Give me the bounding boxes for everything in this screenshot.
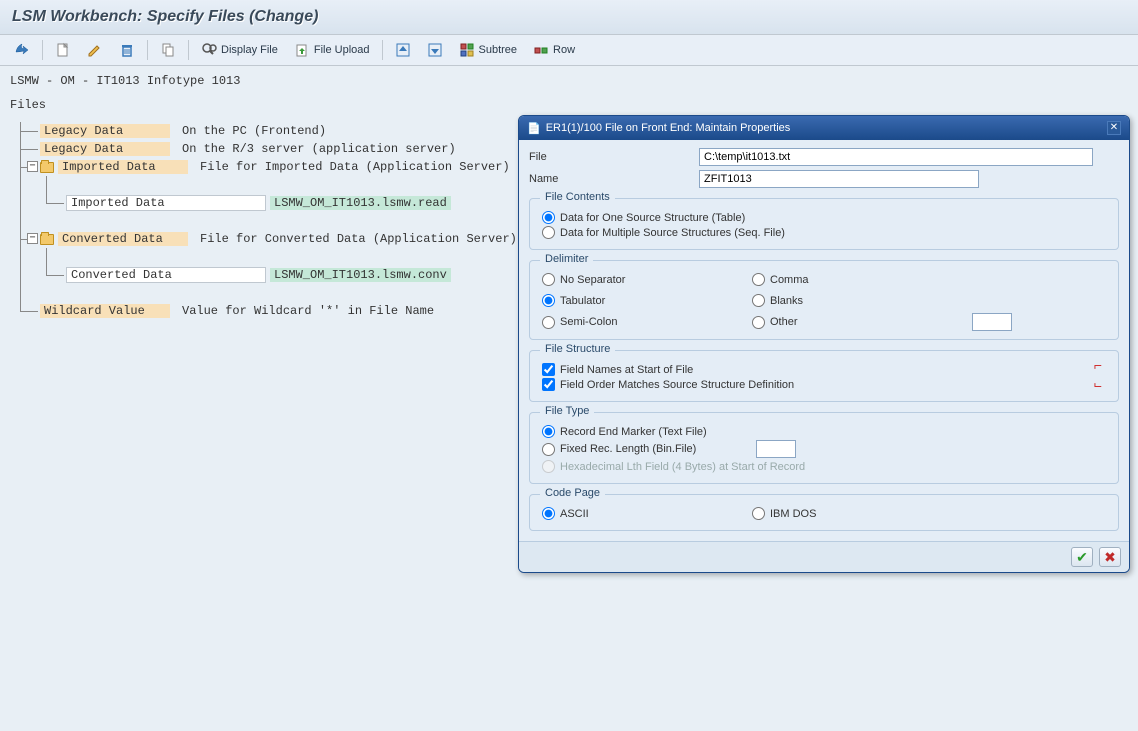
other-delimiter-input[interactable]	[972, 313, 1012, 331]
dialog-title-text: ER1(1)/100 File on Front End: Maintain P…	[546, 122, 791, 134]
converted-data-file: LSMW_OM_IT1013.lsmw.conv	[270, 268, 451, 282]
file-input[interactable]	[699, 148, 1093, 166]
fixed-length-input[interactable]	[756, 440, 796, 458]
file-upload-button[interactable]: File Upload	[290, 40, 374, 60]
radio-ibm-dos[interactable]	[752, 507, 765, 520]
toolbar: Display File File Upload Subtree Row	[0, 35, 1138, 66]
file-contents-group: File Contents Data for One Source Struct…	[529, 198, 1119, 250]
edit-button[interactable]	[83, 40, 107, 60]
marker-icon: ⌐	[1094, 379, 1102, 395]
imported-data-file: LSMW_OM_IT1013.lsmw.read	[270, 196, 451, 210]
dialog-titlebar[interactable]: 📄 ER1(1)/100 File on Front End: Maintain…	[519, 116, 1129, 140]
expand-button[interactable]	[423, 40, 447, 60]
file-properties-dialog: 📄 ER1(1)/100 File on Front End: Maintain…	[518, 115, 1130, 573]
converted-data[interactable]: Converted Data	[58, 232, 188, 246]
radio-blanks[interactable]	[752, 294, 765, 307]
radio-tabulator[interactable]	[542, 294, 555, 307]
dialog-icon: 📄	[527, 122, 541, 135]
radio-comma[interactable]	[752, 273, 765, 286]
radio-fixed-length[interactable]	[542, 443, 555, 456]
wildcard-value[interactable]: Wildcard Value	[40, 304, 170, 318]
marker-icon: ⌐	[1094, 357, 1102, 373]
check-field-order[interactable]	[542, 378, 555, 391]
subtree-button[interactable]: Subtree	[455, 40, 522, 60]
copy-button[interactable]	[156, 40, 180, 60]
dialog-footer: ✔ ✖	[519, 541, 1129, 572]
legacy-data-2[interactable]: Legacy Data	[40, 142, 170, 156]
folder-icon[interactable]	[40, 162, 54, 173]
radio-no-separator[interactable]	[542, 273, 555, 286]
name-label: Name	[529, 173, 699, 185]
new-button[interactable]	[51, 40, 75, 60]
radio-record-end[interactable]	[542, 425, 555, 438]
close-icon[interactable]: ✕	[1107, 121, 1121, 135]
breadcrumb: LSMW - OM - IT1013 Infotype 1013	[10, 74, 1128, 88]
name-input[interactable]	[699, 170, 979, 188]
cancel-button[interactable]: ✖	[1099, 547, 1121, 567]
delimiter-group: Delimiter No Separator Comma Tabulator B…	[529, 260, 1119, 340]
title-bar: LSM Workbench: Specify Files (Change)	[0, 0, 1138, 35]
legacy-data-1[interactable]: Legacy Data	[40, 124, 170, 138]
radio-other[interactable]	[752, 316, 765, 329]
execute-button[interactable]	[10, 40, 34, 60]
folder-icon[interactable]	[40, 234, 54, 245]
delete-button[interactable]	[115, 40, 139, 60]
ok-button[interactable]: ✔	[1071, 547, 1093, 567]
imported-data[interactable]: Imported Data	[58, 160, 188, 174]
imported-data-child[interactable]: Imported Data	[66, 195, 266, 211]
radio-semicolon[interactable]	[542, 316, 555, 329]
radio-multi-structure[interactable]	[542, 226, 555, 239]
collapse-button[interactable]	[391, 40, 415, 60]
radio-ascii[interactable]	[542, 507, 555, 520]
row-button[interactable]: Row	[529, 40, 579, 60]
page-title: LSM Workbench: Specify Files (Change)	[12, 8, 1126, 26]
converted-data-child[interactable]: Converted Data	[66, 267, 266, 283]
display-file-button[interactable]: Display File	[197, 40, 282, 60]
files-root-label: Files	[10, 98, 1128, 112]
check-field-names[interactable]	[542, 363, 555, 376]
radio-one-structure[interactable]	[542, 211, 555, 224]
file-label: File	[529, 151, 699, 163]
file-structure-group: File Structure ⌐ ⌐ Field Names at Start …	[529, 350, 1119, 402]
code-page-group: Code Page ASCII IBM DOS	[529, 494, 1119, 531]
radio-hex-length	[542, 460, 555, 473]
file-type-group: File Type Record End Marker (Text File) …	[529, 412, 1119, 484]
